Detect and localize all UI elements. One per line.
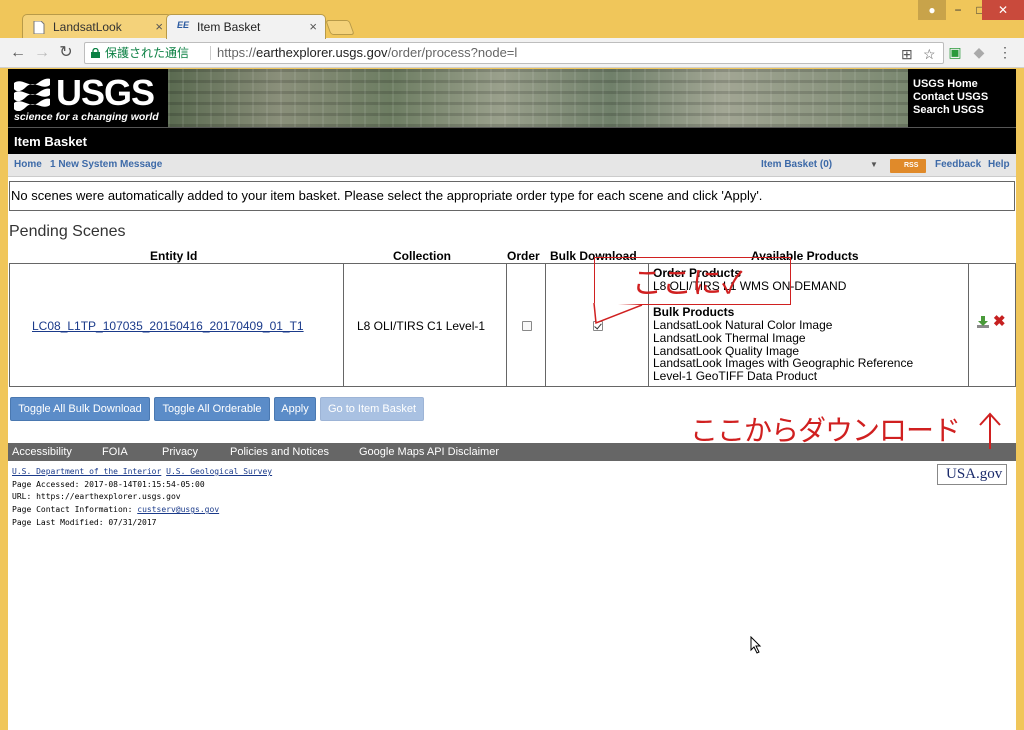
dropdown-icon[interactable]: ▼ [870, 160, 878, 169]
forward-icon[interactable]: → [32, 43, 52, 63]
divider [545, 264, 546, 386]
url-divider [210, 46, 211, 60]
notice-box: No scenes were automatically added to yo… [9, 181, 1015, 211]
system-message-link[interactable]: 1 New System Message [50, 159, 162, 170]
doi-link[interactable]: U.S. Department of the Interior [12, 467, 161, 476]
back-icon[interactable]: ← [8, 43, 28, 63]
foia-link[interactable]: FOIA [102, 446, 128, 458]
page: USGS science for a changing world USGS H… [8, 69, 1016, 730]
toggle-bulk-download-button[interactable]: Toggle All Bulk Download [10, 397, 150, 421]
remove-icon[interactable]: ✖ [993, 314, 1006, 329]
home-link[interactable]: Home [14, 159, 42, 170]
help-link[interactable]: Help [988, 159, 1010, 170]
scene-table: LC08_L1TP_107035_20150416_20170409_01_T1… [9, 263, 1016, 387]
mouse-cursor-icon [750, 636, 762, 654]
page-url: URL: https://earthexplorer.usgs.gov [12, 492, 181, 502]
contact-label: Page Contact Information: [12, 505, 133, 515]
contact-usgs-link[interactable]: Contact USGS [913, 91, 1013, 104]
collection-value: L8 OLI/TIRS C1 Level-1 [357, 319, 486, 333]
search-usgs-link[interactable]: Search USGS [913, 104, 1013, 117]
header-links: USGS Home Contact USGS Search USGS [913, 78, 1013, 117]
feedback-link[interactable]: Feedback [935, 159, 981, 170]
page-title: Item Basket [14, 134, 87, 149]
rss-icon[interactable]: RSS [890, 159, 926, 173]
bulk-product-item: LandsatLook Natural Color Image [653, 317, 833, 332]
browser-toolbar: ← → ↻ 保護された通信 https://earthexplorer.usgs… [0, 38, 1024, 68]
maps-disclaimer-link[interactable]: Google Maps API Disclaimer [359, 446, 499, 458]
reload-icon[interactable]: ↻ [56, 43, 76, 63]
tab-item-basket[interactable]: EE Item Basket × [166, 14, 326, 39]
download-icon[interactable] [976, 315, 990, 329]
close-window-button[interactable]: ✕ [982, 0, 1024, 20]
entity-id-link[interactable]: LC08_L1TP_107035_20150416_20170409_01_T1 [32, 319, 304, 333]
logo-text: USGS [56, 72, 155, 113]
tab-close-icon[interactable]: × [155, 19, 163, 34]
lock-icon [91, 48, 100, 58]
new-tab-button[interactable] [325, 20, 355, 35]
toggle-orderable-button[interactable]: Toggle All Orderable [154, 397, 270, 421]
annotation-check-here: ここに✓ [632, 267, 743, 300]
page-accessed: Page Accessed: 2017-08-14T01:15:54-05:00 [12, 479, 205, 489]
page-modified: Page Last Modified: 07/31/2017 [12, 517, 157, 527]
policies-link[interactable]: Policies and Notices [230, 446, 329, 458]
section-title: Pending Scenes [9, 223, 126, 240]
callout-tail [593, 303, 643, 325]
ee-icon: EE [177, 20, 190, 30]
accessibility-link[interactable]: Accessibility [12, 446, 72, 458]
col-collection: Collection [393, 249, 452, 263]
logo-tagline: science for a changing world [14, 111, 159, 123]
usagov-logo[interactable]: USA.gov [937, 464, 1007, 485]
divider [343, 264, 344, 386]
col-order: Order [507, 249, 540, 263]
aerial-photo [168, 69, 908, 127]
order-checkbox[interactable] [522, 321, 532, 331]
usgs-link[interactable]: U.S. Geological Survey [166, 467, 272, 476]
usgs-wave-icon [14, 78, 50, 111]
menu-icon[interactable]: ⋮ [996, 43, 1014, 61]
contact-email-link[interactable]: custserv@usgs.gov [137, 505, 219, 514]
go-to-item-basket-button[interactable]: Go to Item Basket [320, 397, 424, 421]
bulk-product-item: LandsatLook Thermal Image [653, 330, 806, 345]
footer-info: U.S. Department of the Interior U.S. Geo… [12, 466, 272, 530]
user-icon[interactable]: ● [918, 0, 946, 20]
usgs-logo[interactable]: USGS science for a changing world [12, 73, 162, 125]
item-basket-link[interactable]: Item Basket (0) [761, 159, 832, 170]
bulk-products-title: Bulk Products [653, 304, 735, 319]
up-arrow-icon [979, 412, 1001, 449]
dropbox-icon[interactable]: ◆ [970, 43, 988, 61]
divider [968, 264, 969, 386]
secure-label: 保護された通信 [105, 46, 190, 60]
apply-button[interactable]: Apply [274, 397, 316, 421]
annotation-download-here: ここからダウンロード [690, 415, 961, 446]
usgs-home-link[interactable]: USGS Home [913, 78, 1013, 91]
tab-title: LandsatLook [53, 20, 122, 34]
divider [506, 264, 507, 386]
title-bar: Item Basket [8, 127, 1016, 154]
bulk-product-item: Level-1 GeoTIFF Data Product [653, 369, 818, 384]
tab-close-icon[interactable]: × [309, 19, 317, 34]
privacy-link[interactable]: Privacy [162, 446, 198, 458]
tab-title: Item Basket [197, 20, 261, 34]
translate-icon[interactable]: ⊞ [901, 44, 913, 64]
tab-strip: LandsatLook × EE Item Basket × ● − □ ✕ [0, 0, 1024, 39]
bookmark-star-icon[interactable]: ☆ [923, 44, 936, 64]
col-entity-id: Entity Id [150, 249, 198, 263]
nav-bar: Home 1 New System Message Item Basket (0… [8, 154, 1016, 177]
address-bar[interactable]: 保護された通信 https://earthexplorer.usgs.gov/o… [84, 42, 944, 64]
tab-landsatlook[interactable]: LandsatLook × [22, 14, 172, 39]
page-icon [33, 21, 45, 34]
extension-icon[interactable]: ▣ [946, 43, 964, 61]
url-text: https://earthexplorer.usgs.gov/order/pro… [217, 45, 518, 60]
usgs-banner: USGS science for a changing world USGS H… [8, 69, 1016, 127]
